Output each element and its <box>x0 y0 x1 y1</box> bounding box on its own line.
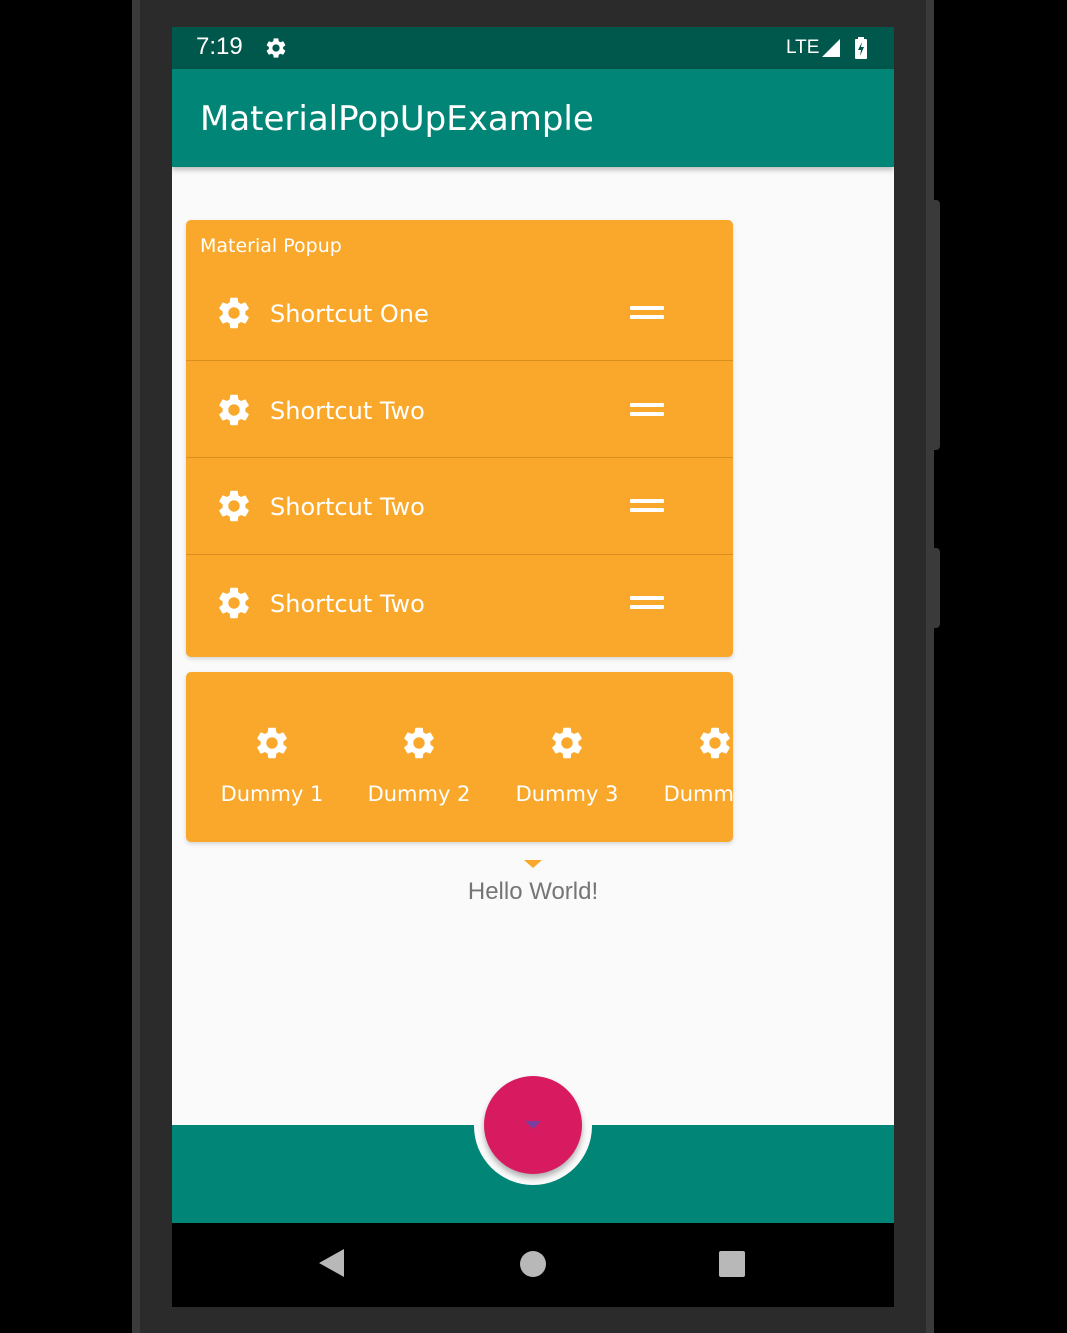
dummy-item-label: Dummy 1 <box>220 782 324 806</box>
recent-apps-icon[interactable] <box>719 1251 745 1277</box>
gear-icon <box>253 724 291 762</box>
status-bar: 7:19 LTE <box>172 27 894 69</box>
popup-item-shortcut-two[interactable]: Shortcut Two <box>186 459 733 555</box>
drag-handle-icon[interactable] <box>630 403 664 417</box>
app-title: MaterialPopUpExample <box>200 99 594 139</box>
popup-title: Material Popup <box>200 235 342 257</box>
popup-item-label: Shortcut Two <box>270 590 425 618</box>
dummy-item[interactable]: Dummy 4 <box>645 672 733 842</box>
dummy-item[interactable]: Dummy 2 <box>349 672 489 842</box>
gear-icon <box>215 391 253 429</box>
home-icon[interactable] <box>520 1251 546 1277</box>
status-time: 7:19 <box>196 33 243 60</box>
back-icon[interactable] <box>319 1249 344 1277</box>
gear-icon <box>696 724 733 762</box>
popup-item-shortcut-two[interactable]: Shortcut Two <box>186 556 733 652</box>
gear-icon <box>548 724 586 762</box>
drag-handle-icon[interactable] <box>630 596 664 610</box>
gear-icon <box>264 36 288 60</box>
horizontal-popup: Dummy 1 Dummy 2 Dummy 3 Dummy 4 <box>186 672 733 842</box>
popup-item-shortcut-one[interactable]: Shortcut One <box>186 265 733 361</box>
dummy-item[interactable]: Dummy 3 <box>497 672 637 842</box>
dummy-item-label: Dummy 2 <box>367 782 471 806</box>
gear-icon <box>215 487 253 525</box>
battery-charging-icon <box>855 37 867 59</box>
popup-item-label: Shortcut One <box>270 300 429 328</box>
fab-button[interactable] <box>484 1076 582 1174</box>
drag-handle-icon[interactable] <box>630 306 664 320</box>
arrow-down-icon <box>525 1121 541 1129</box>
drag-handle-icon[interactable] <box>630 499 664 513</box>
material-popup: Material Popup Shortcut One Shortcut Two… <box>186 220 733 657</box>
navigation-bar <box>172 1223 894 1307</box>
dummy-item-label: Dummy 4 <box>663 782 733 806</box>
phone-screen: 7:19 LTE MaterialPopUpExample Material P… <box>172 27 894 1307</box>
dummy-item-label: Dummy 3 <box>515 782 619 806</box>
app-bar: MaterialPopUpExample <box>172 69 894 167</box>
dummy-item[interactable]: Dummy 1 <box>202 672 342 842</box>
gear-icon <box>400 724 438 762</box>
volume-button <box>928 548 940 628</box>
power-button <box>928 200 940 450</box>
popup-anchor-arrow <box>524 860 542 868</box>
popup-item-label: Shortcut Two <box>270 493 425 521</box>
signal-icon <box>822 39 840 57</box>
network-type: LTE <box>786 37 820 58</box>
popup-item-shortcut-two[interactable]: Shortcut Two <box>186 362 733 458</box>
hello-text: Hello World! <box>467 878 599 905</box>
gear-icon <box>215 294 253 332</box>
gear-icon <box>215 584 253 622</box>
popup-item-label: Shortcut Two <box>270 397 425 425</box>
